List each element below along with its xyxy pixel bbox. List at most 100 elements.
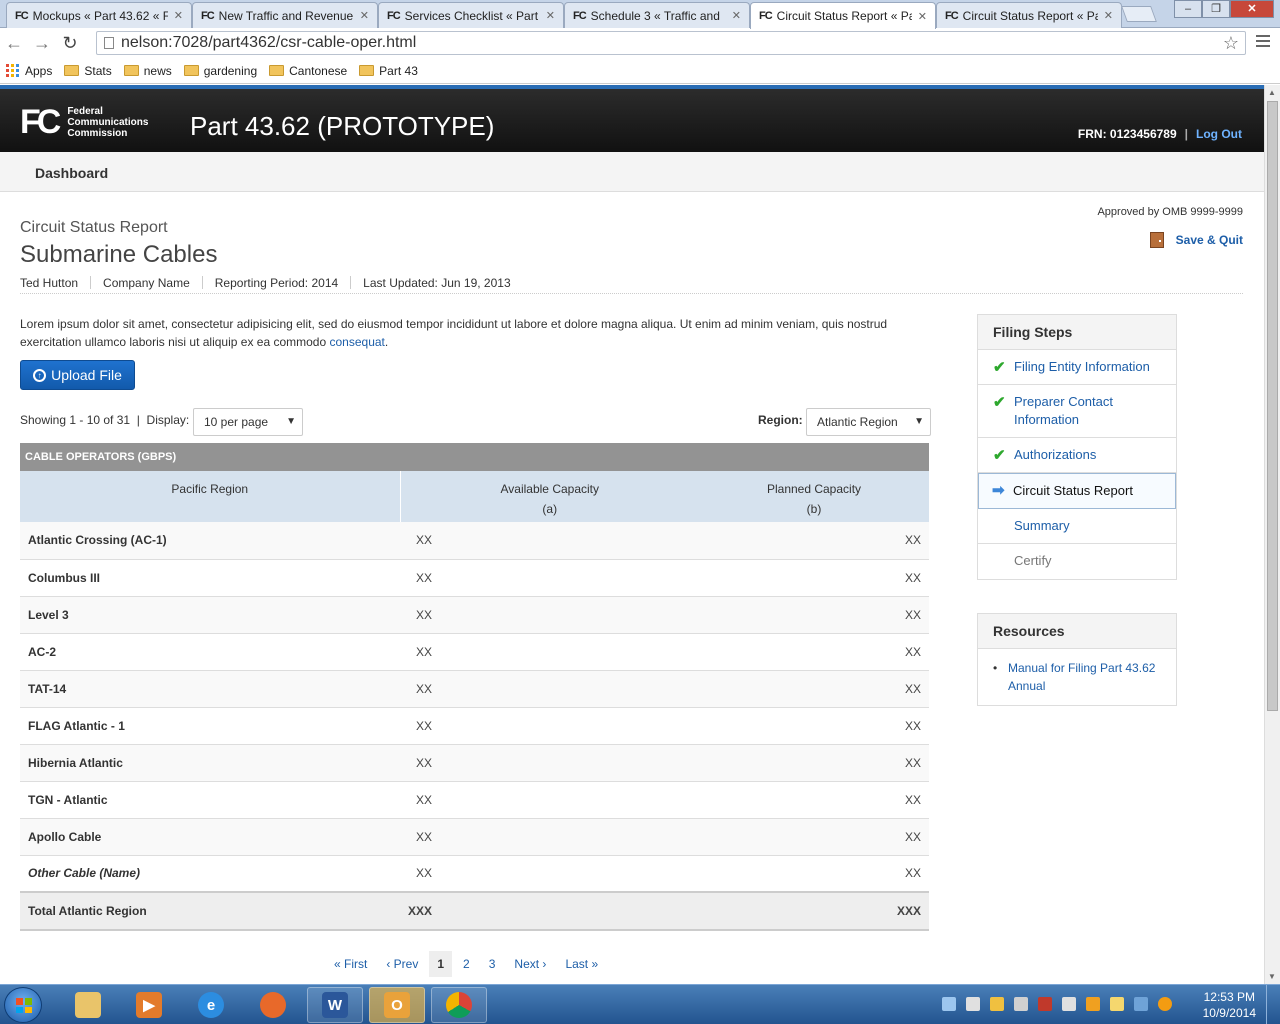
mail-icon[interactable] — [1110, 997, 1124, 1011]
update-icon[interactable] — [1158, 997, 1172, 1011]
close-icon[interactable]: ✕ — [1104, 9, 1113, 22]
minimize-icon[interactable]: – — [1174, 0, 1202, 18]
taskbar-outlook[interactable]: O — [369, 987, 425, 1023]
bookmark-stats[interactable]: Stats — [64, 64, 112, 78]
row-available: XX — [400, 818, 700, 856]
region-value: Atlantic Region — [817, 415, 898, 429]
network-icon[interactable] — [1134, 997, 1148, 1011]
start-button[interactable] — [4, 987, 42, 1023]
taskbar-internet-explorer[interactable]: e — [183, 987, 239, 1023]
bookmark-apps[interactable]: Apps — [6, 64, 52, 78]
maximize-icon[interactable]: ❐ — [1202, 0, 1230, 18]
browser-tab[interactable]: FC Schedule 3 « Traffic and ✕ — [564, 2, 750, 28]
upload-file-button[interactable]: ↑ Upload File — [20, 360, 135, 390]
folder-icon — [183, 65, 199, 76]
star-icon[interactable]: ☆ — [1223, 32, 1239, 54]
close-icon[interactable]: ✕ — [174, 9, 183, 22]
row-name: Apollo Cable — [20, 818, 400, 856]
row-name: Columbus III — [20, 559, 400, 597]
pager-prev[interactable]: ‹ Prev — [378, 951, 426, 977]
back-arrow-icon[interactable]: ← — [0, 33, 28, 54]
save-quit-link[interactable]: Save & Quit — [1149, 232, 1243, 248]
pager-first[interactable]: « First — [326, 951, 375, 977]
agency-name-line: Commission — [67, 127, 128, 139]
scroll-down-icon[interactable]: ▼ — [1268, 972, 1276, 981]
taskbar-chrome[interactable] — [431, 987, 487, 1023]
logout-link[interactable]: Log Out — [1196, 127, 1242, 141]
pager-last[interactable]: Last » — [557, 951, 606, 977]
row-available: XX — [400, 855, 700, 893]
browser-tab[interactable]: FC Circuit Status Report « Pa ✕ — [936, 2, 1122, 28]
bookmark-gardening[interactable]: gardening — [183, 64, 257, 78]
pager-page[interactable]: 3 — [481, 951, 504, 977]
dashboard-link[interactable]: Dashboard — [35, 165, 108, 181]
resources-title: Resources — [978, 614, 1176, 649]
browser-tab[interactable]: FC New Traffic and Revenue ✕ — [192, 2, 378, 28]
tray-app-icon[interactable] — [990, 997, 1004, 1011]
resource-link[interactable]: Manual for Filing Part 43.62 Annual — [1008, 661, 1155, 693]
account-info: FRN: 0123456789 | Log Out — [1078, 127, 1242, 141]
close-icon[interactable]: ✕ — [546, 9, 555, 22]
step-preparer-contact[interactable]: ✔ Preparer Contact Information — [978, 385, 1176, 438]
pager-page-current[interactable]: 1 — [429, 951, 453, 977]
vmware-icon[interactable] — [1014, 997, 1028, 1011]
step-label: Filing Entity Information — [1014, 359, 1150, 374]
dropbox-icon[interactable] — [942, 997, 956, 1011]
folder-icon — [269, 65, 285, 76]
region-select[interactable]: Atlantic Region ▼ — [806, 408, 931, 436]
mcafee-icon[interactable] — [1038, 997, 1052, 1011]
new-tab-button[interactable] — [1121, 6, 1157, 22]
step-circuit-status-report[interactable]: ➡ Circuit Status Report — [978, 473, 1176, 509]
taskbar-firefox[interactable] — [245, 987, 301, 1023]
outlook-tray-icon[interactable] — [1086, 997, 1100, 1011]
scroll-up-icon[interactable]: ▲ — [1268, 88, 1276, 97]
tab-title: Services Checklist « Part — [404, 8, 539, 23]
fcc-favicon-icon: FC — [15, 9, 29, 22]
forward-arrow-icon[interactable]: → — [28, 33, 56, 54]
agency-name-line: Federal — [67, 105, 103, 117]
close-icon[interactable]: ✕ — [732, 9, 741, 22]
pager-next[interactable]: Next › — [506, 951, 554, 977]
fcc-favicon-icon: FC — [201, 9, 215, 22]
per-page-select[interactable]: 10 per page ▼ — [193, 408, 303, 436]
intro-body: Lorem ipsum dolor sit amet, consectetur … — [20, 317, 888, 349]
scrollbar-thumb[interactable] — [1267, 101, 1278, 711]
bookmarks-bar: Apps Stats news gardening Cantonese Part… — [0, 58, 1280, 84]
close-icon[interactable]: ✕ — [360, 9, 369, 22]
taskbar-media-player[interactable]: ▶ — [121, 987, 177, 1023]
page-scrollbar[interactable]: ▲ ▼ — [1264, 85, 1280, 984]
column-header-label: Planned Capacity — [766, 482, 862, 496]
browser-tab-strip: FC Mockups « Part 43.62 « F ✕ FC New Traffi… — [0, 0, 1280, 29]
volume-icon[interactable] — [966, 997, 980, 1011]
bookmark-part-43[interactable]: Part 43 — [359, 64, 418, 78]
row-name: Level 3 — [20, 596, 400, 634]
show-desktop-button[interactable] — [1266, 985, 1280, 1024]
step-filing-entity[interactable]: ✔ Filing Entity Information — [978, 350, 1176, 385]
pagination: « First ‹ Prev 1 2 3 Next › Last » — [326, 951, 609, 977]
browser-tab[interactable]: FC Mockups « Part 43.62 « F ✕ — [6, 2, 192, 28]
resources-list: • Manual for Filing Part 43.62 Annual — [978, 649, 1176, 705]
close-window-icon[interactable]: ✕ — [1230, 0, 1274, 18]
intro-link[interactable]: consequat — [330, 335, 385, 349]
step-summary[interactable]: Summary — [978, 509, 1176, 544]
system-clock[interactable]: 12:53 PM 10/9/2014 — [1203, 989, 1256, 1021]
close-icon[interactable]: ✕ — [918, 10, 927, 23]
region-label: Region: — [758, 413, 803, 427]
report-type: Circuit Status Report — [20, 219, 168, 236]
browser-tab-active[interactable]: FC Circuit Status Report « Pa ✕ — [750, 2, 936, 29]
reload-icon[interactable]: ↻ — [56, 33, 84, 54]
taskbar-explorer[interactable] — [60, 987, 116, 1023]
taskbar-word[interactable]: W — [307, 987, 363, 1023]
intro-text: Lorem ipsum dolor sit amet, consectetur … — [20, 315, 920, 351]
fcc-logo[interactable]: FC Federal Communications Commission — [20, 105, 148, 139]
step-authorizations[interactable]: ✔ Authorizations — [978, 438, 1176, 473]
pager-page[interactable]: 2 — [455, 951, 478, 977]
tray-app-icon[interactable] — [1062, 997, 1076, 1011]
bookmark-cantonese[interactable]: Cantonese — [269, 64, 347, 78]
system-tray — [932, 997, 1172, 1011]
address-bar[interactable]: nelson:7028/part4362/csr-cable-oper.html… — [96, 31, 1246, 55]
bookmark-news[interactable]: news — [123, 64, 172, 78]
browser-tab[interactable]: FC Services Checklist « Part ✕ — [378, 2, 564, 28]
bookmark-label: Apps — [25, 63, 53, 78]
hamburger-menu-icon[interactable] — [1256, 35, 1270, 50]
